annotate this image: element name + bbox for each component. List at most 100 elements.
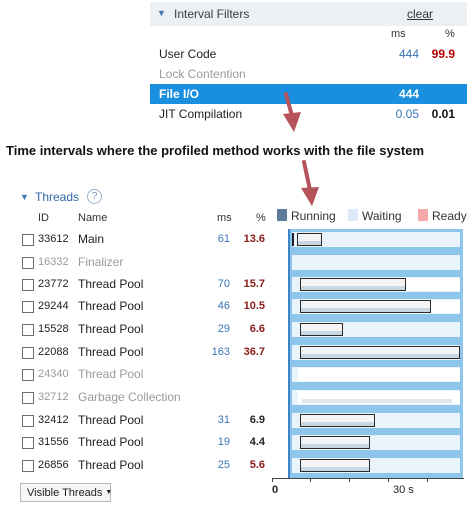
filter-percent-value: 99.9 [431, 47, 455, 61]
filter-ms-value: 0.05 [395, 107, 419, 121]
thread-ms: 61 [217, 233, 230, 245]
thread-checkbox[interactable] [22, 347, 34, 359]
thread-row[interactable]: 26856 Thread Pool 25 5.6 [0, 455, 290, 477]
thread-checkbox[interactable] [22, 392, 34, 404]
thread-name: Thread Pool [78, 367, 144, 381]
visible-threads-label: Visible Threads [27, 487, 103, 499]
axis-tick [388, 478, 389, 482]
axis-label-30s: 30 s [393, 484, 414, 496]
thread-id: 29244 [38, 300, 69, 312]
filter-row-lock-contention[interactable]: Lock Contention [150, 64, 467, 84]
thread-percent: 36.7 [243, 346, 265, 358]
chevron-down-icon[interactable]: ▼ [157, 8, 166, 18]
thread-row[interactable]: 16332 Finalizer [0, 252, 290, 274]
thread-percent: 6.9 [249, 414, 265, 426]
thread-name: Thread Pool [78, 322, 144, 336]
thread-checkbox[interactable] [22, 234, 34, 246]
axis-tick [349, 478, 350, 482]
timeline-interval[interactable] [300, 436, 370, 449]
thread-row[interactable]: 33612 Main 61 13.6 [0, 229, 290, 251]
timeline-lane[interactable] [292, 345, 460, 360]
thread-name: Thread Pool [78, 413, 144, 427]
timeline-lane[interactable] [292, 458, 460, 473]
timeline-interval[interactable] [300, 300, 431, 313]
thread-name: Thread Pool [78, 435, 144, 449]
thread-checkbox[interactable] [22, 415, 34, 427]
chevron-down-icon[interactable]: ▼ [20, 192, 29, 202]
thread-id: 24340 [38, 368, 69, 380]
thread-id: 33612 [38, 233, 69, 245]
thread-checkbox[interactable] [22, 257, 34, 269]
thread-ms: 31 [217, 414, 230, 426]
thread-checkbox[interactable] [22, 369, 34, 381]
legend-swatch-waiting [348, 209, 358, 221]
timeline-lane[interactable] [292, 277, 460, 292]
timeline-interval[interactable] [300, 346, 460, 359]
legend-swatch-ready [418, 209, 428, 221]
thread-id: 16332 [38, 256, 69, 268]
filter-ms-value: 444 [398, 87, 419, 101]
thread-row[interactable]: 22088 Thread Pool 163 36.7 [0, 342, 290, 364]
timeline-lane[interactable] [292, 390, 460, 405]
thread-percent: 13.6 [243, 233, 265, 245]
red-arrow-icon [283, 92, 301, 132]
thread-checkbox[interactable] [22, 437, 34, 449]
threads-percent-column-header[interactable]: % [256, 212, 266, 224]
filter-row-file-io[interactable]: File I/O 444 [150, 84, 467, 104]
annotation-text: Time intervals where the profiled method… [6, 143, 425, 158]
thread-row[interactable]: 31556 Thread Pool 19 4.4 [0, 432, 290, 454]
timeline-lane[interactable] [292, 299, 460, 314]
thread-row[interactable]: 15528 Thread Pool 29 6.6 [0, 319, 290, 341]
timeline-interval[interactable] [300, 459, 370, 472]
timeline-lane[interactable] [292, 367, 460, 382]
thread-name: Main [78, 232, 105, 246]
thread-id: 31556 [38, 436, 69, 448]
filter-label: Lock Contention [159, 67, 246, 81]
filter-percent-value: 0.01 [431, 107, 455, 121]
thread-ms: 163 [211, 346, 230, 358]
timeline-lane[interactable] [292, 322, 460, 337]
help-icon[interactable]: ? [87, 189, 102, 204]
thread-row[interactable]: 23772 Thread Pool 70 15.7 [0, 274, 290, 296]
axis-line [272, 478, 464, 479]
thread-timeline[interactable] [288, 229, 463, 478]
visible-threads-dropdown[interactable]: Visible Threads ▼ [20, 483, 112, 502]
timeline-lane[interactable] [292, 255, 460, 270]
axis-label-start: 0 [272, 484, 279, 496]
timeline-interval[interactable] [300, 414, 375, 427]
threads-id-column-header[interactable]: ID [38, 212, 49, 224]
interval-filters-panel: ▼ Interval Filters clear ms % User Code … [150, 2, 467, 124]
thread-percent: 5.6 [249, 459, 265, 471]
thread-checkbox[interactable] [22, 279, 34, 291]
thread-row[interactable]: 24340 Thread Pool [0, 364, 290, 386]
thread-name: Thread Pool [78, 299, 144, 313]
legend-label: Running [291, 209, 336, 223]
thread-name: Thread Pool [78, 458, 144, 472]
threads-title: Threads [35, 190, 80, 204]
timeline-lane[interactable] [292, 435, 460, 450]
thread-row[interactable]: 32712 Garbage Collection [0, 387, 290, 409]
clear-filters-link[interactable]: clear [407, 7, 433, 21]
timeline-interval[interactable] [297, 233, 322, 246]
timeline-lane[interactable] [292, 413, 460, 428]
thread-checkbox[interactable] [22, 301, 34, 313]
threads-name-column-header[interactable]: Name [78, 212, 107, 224]
thread-row[interactable]: 29244 Thread Pool 46 10.5 [0, 296, 290, 318]
filter-row-jit-compilation[interactable]: JIT Compilation 0.05 0.01 [150, 104, 467, 124]
thread-row[interactable]: 32412 Thread Pool 31 6.9 [0, 410, 290, 432]
thread-id: 32412 [38, 414, 69, 426]
timeline-interval[interactable] [300, 278, 406, 291]
threads-ms-column-header[interactable]: ms [217, 212, 232, 224]
filters-ms-column-header: ms [391, 28, 406, 40]
thread-checkbox[interactable] [22, 460, 34, 472]
axis-tick [310, 478, 311, 482]
timeline-lane[interactable] [292, 232, 460, 247]
thread-checkbox[interactable] [22, 324, 34, 336]
interval-filters-header[interactable]: ▼ Interval Filters clear [150, 2, 467, 26]
thread-name: Finalizer [78, 255, 124, 269]
thread-id: 26856 [38, 459, 69, 471]
interval-filters-title: Interval Filters [174, 7, 250, 21]
axis-tick [272, 478, 273, 482]
timeline-interval[interactable] [300, 323, 343, 336]
filter-row-user-code[interactable]: User Code 444 99.9 [150, 44, 467, 64]
